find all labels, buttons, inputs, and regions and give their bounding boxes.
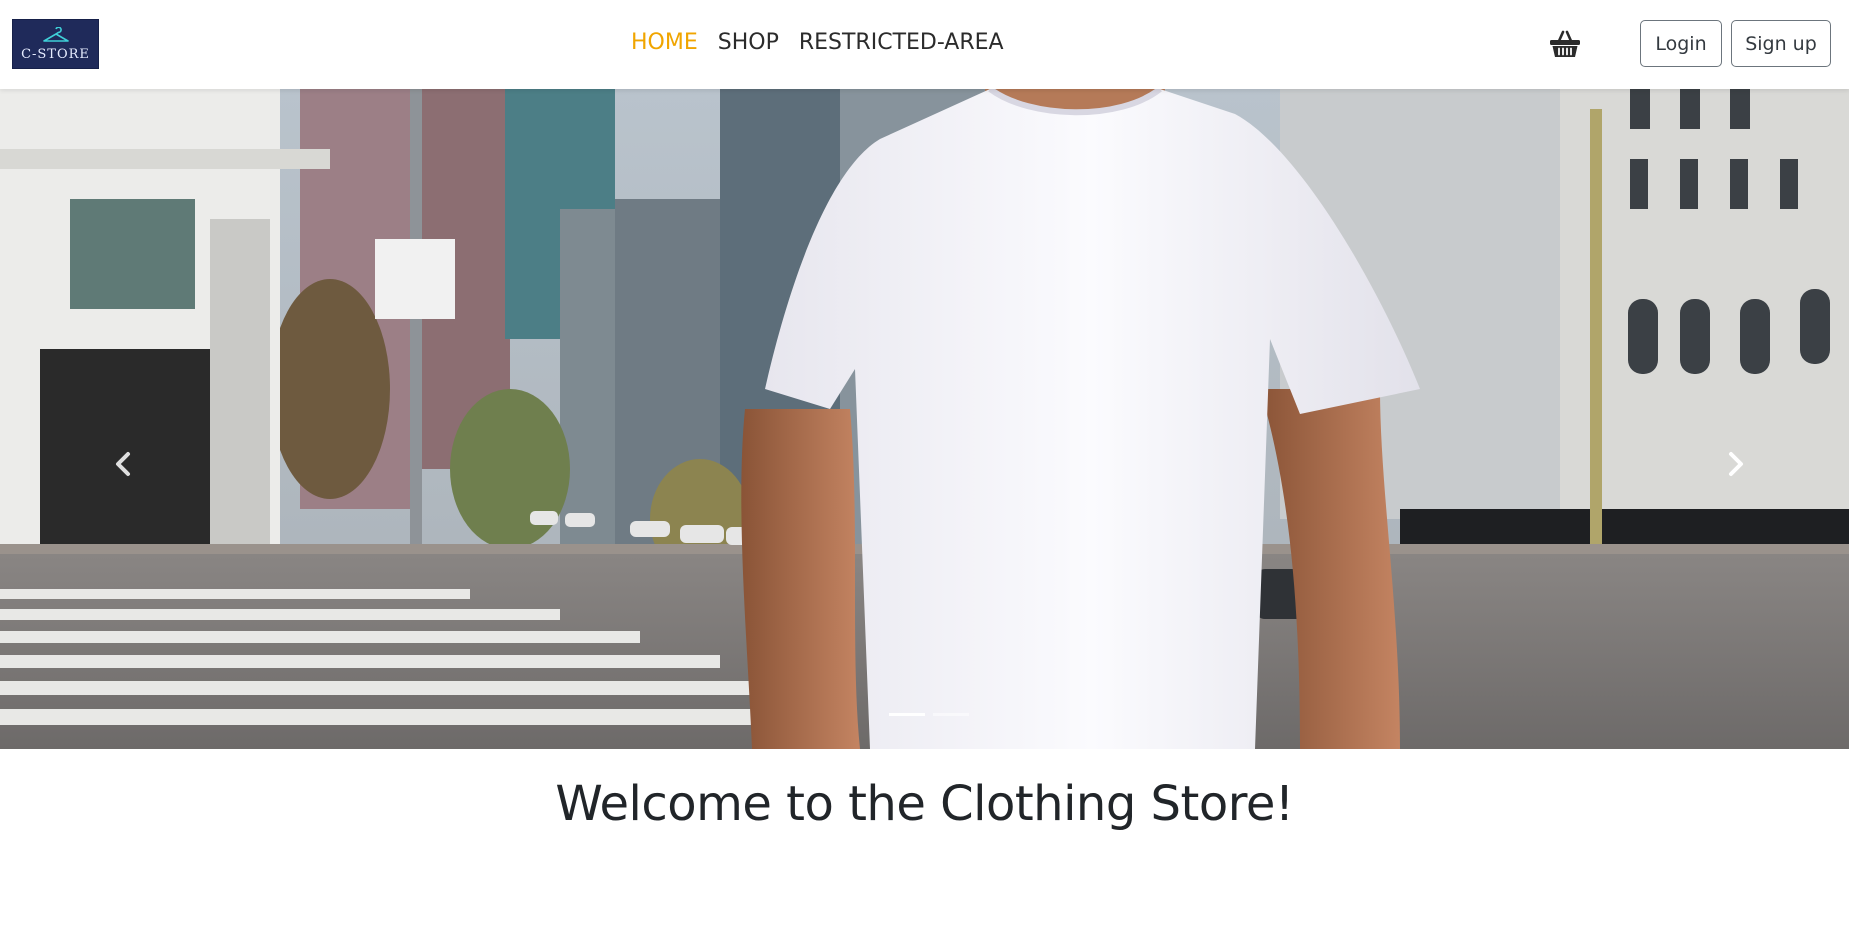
carousel-indicator[interactable] [889, 713, 925, 716]
hero-image [0, 89, 1849, 749]
nav-link-shop[interactable]: SHOP [718, 30, 779, 55]
navbar: C-STORE HOME SHOP RESTRICTED-AREA Login … [0, 0, 1849, 89]
store-logo[interactable]: C-STORE [12, 19, 99, 69]
carousel-next-button[interactable] [1716, 444, 1756, 484]
carousel-indicator[interactable] [933, 713, 969, 716]
welcome-heading: Welcome to the Clothing Store! [555, 776, 1294, 832]
nav-link-restricted-area[interactable]: RESTRICTED-AREA [799, 30, 1004, 55]
chevron-left-icon [116, 452, 130, 476]
main-nav: HOME SHOP RESTRICTED-AREA [631, 30, 1004, 55]
signup-button[interactable]: Sign up [1731, 20, 1831, 67]
basket-icon[interactable] [1549, 29, 1581, 59]
carousel-indicators [889, 713, 969, 716]
nav-link-home[interactable]: HOME [631, 30, 698, 55]
chevron-right-icon [1729, 452, 1743, 476]
carousel-prev-button[interactable] [103, 444, 143, 484]
hanger-icon [42, 26, 69, 42]
logo-text: C-STORE [21, 46, 90, 62]
hero-carousel [0, 89, 1849, 749]
login-button[interactable]: Login [1640, 20, 1722, 67]
